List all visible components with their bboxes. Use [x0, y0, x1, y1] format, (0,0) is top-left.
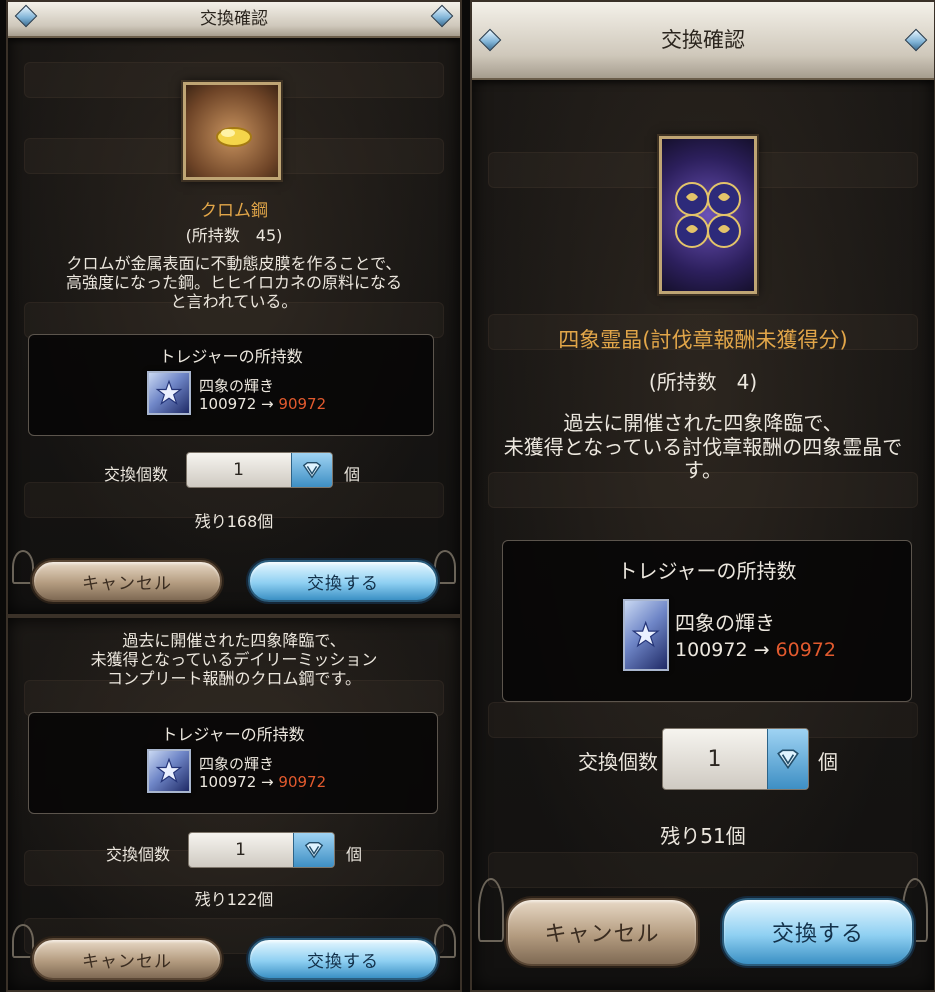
remaining-count: 残り122個: [194, 890, 274, 909]
treasure-name: 四象の輝き: [199, 377, 275, 395]
dialog-title: 交換確認: [200, 9, 268, 29]
exchange-dialog-chrome-steel-scrolled: 過去に開催された四象降臨で、 未獲得となっているデイリーミッション コンプリート…: [6, 616, 462, 992]
cancel-button[interactable]: キャンセル: [32, 938, 222, 980]
quantity-select[interactable]: 1: [186, 452, 333, 488]
left-ornament-icon: [12, 924, 34, 958]
owned-count: (所持数 4): [648, 370, 758, 394]
quantity-unit: 個: [818, 750, 838, 774]
treasure-count-change: 100972 → 90972: [199, 773, 327, 791]
diamond-chevron-icon[interactable]: [293, 833, 334, 867]
owned-count: (所持数 45): [185, 226, 283, 245]
gem-ornament-icon: [478, 28, 502, 52]
exchange-dialog-spirit-crystal: 交換確認 四象霊晶(討伐章報酬未獲得分) (所持数 4) 過去に開催された四象降…: [470, 0, 935, 992]
treasure-name: 四象の輝き: [199, 755, 275, 773]
star-icon: [147, 371, 191, 415]
quantity-label: 交換個数: [578, 750, 658, 774]
treasure-box: トレジャーの所持数 四象の輝き 100972 → 90972: [28, 712, 438, 814]
quantity-value: 1: [235, 840, 246, 860]
quantity-select[interactable]: 1: [188, 832, 335, 868]
treasure-box-title: トレジャーの所持数: [161, 725, 305, 744]
quantity-unit: 個: [344, 465, 361, 484]
exchange-dialog-chrome-steel: 交換確認 クロム鋼 (所持数 45) クロムが金属表面に不動態皮膜を作ることで、…: [6, 0, 462, 616]
quantity-select[interactable]: 1: [662, 728, 809, 790]
remaining-count: 残り168個: [194, 512, 274, 531]
treasure-box: トレジャーの所持数 四象の輝き 100972 → 60972: [502, 540, 912, 702]
quantity-unit: 個: [346, 845, 363, 864]
item-description: 過去に開催された四象降臨で、 未獲得となっている討伐章報酬の四象霊晶で す。: [503, 411, 903, 483]
treasure-count-change: 100972 → 60972: [675, 639, 836, 661]
cancel-button[interactable]: キャンセル: [32, 560, 222, 602]
remaining-count: 残り51個: [660, 824, 746, 848]
diamond-chevron-icon[interactable]: [291, 453, 332, 487]
gem-ornament-icon: [904, 28, 928, 52]
item-name: 四象霊晶(討伐章報酬未獲得分): [558, 328, 848, 352]
treasure-box-title: トレジャーの所持数: [617, 559, 797, 583]
cancel-button[interactable]: キャンセル: [506, 898, 698, 966]
quantity-label: 交換個数: [104, 465, 169, 484]
item-description: 過去に開催された四象降臨で、 未獲得となっているデイリーミッション コンプリート…: [90, 631, 378, 688]
quantity-value: 1: [707, 746, 722, 772]
quantity-value: 1: [233, 460, 244, 480]
exchange-button[interactable]: 交換する: [248, 560, 438, 602]
quantity-label: 交換個数: [106, 845, 171, 864]
item-description: クロムが金属表面に不動態皮膜を作ることで、 高強度になった鋼。ヒヒイロカネの原料…: [65, 254, 402, 311]
item-name: クロム鋼: [200, 201, 268, 221]
exchange-button[interactable]: 交換する: [722, 898, 914, 966]
treasure-name: 四象の輝き: [675, 611, 775, 635]
diamond-chevron-icon[interactable]: [767, 729, 808, 789]
dialog-title: 交換確認: [661, 28, 745, 52]
four-orb-crystal-icon: [659, 136, 757, 294]
left-ornament-icon: [12, 550, 34, 584]
gem-ornament-icon: [14, 4, 38, 28]
treasure-box: トレジャーの所持数 四象の輝き 100972 → 90972: [28, 334, 434, 436]
gem-ornament-icon: [430, 4, 454, 28]
exchange-button[interactable]: 交換する: [248, 938, 438, 980]
dialog-title-bar: 交換確認: [8, 2, 460, 38]
star-icon: [147, 749, 191, 793]
treasure-box-title: トレジャーの所持数: [159, 347, 303, 366]
star-icon: [623, 599, 669, 671]
gold-nugget-icon: [183, 82, 281, 180]
treasure-count-change: 100972 → 90972: [199, 395, 327, 413]
left-ornament-icon: [478, 878, 504, 942]
dialog-title-bar: 交換確認: [472, 2, 934, 80]
